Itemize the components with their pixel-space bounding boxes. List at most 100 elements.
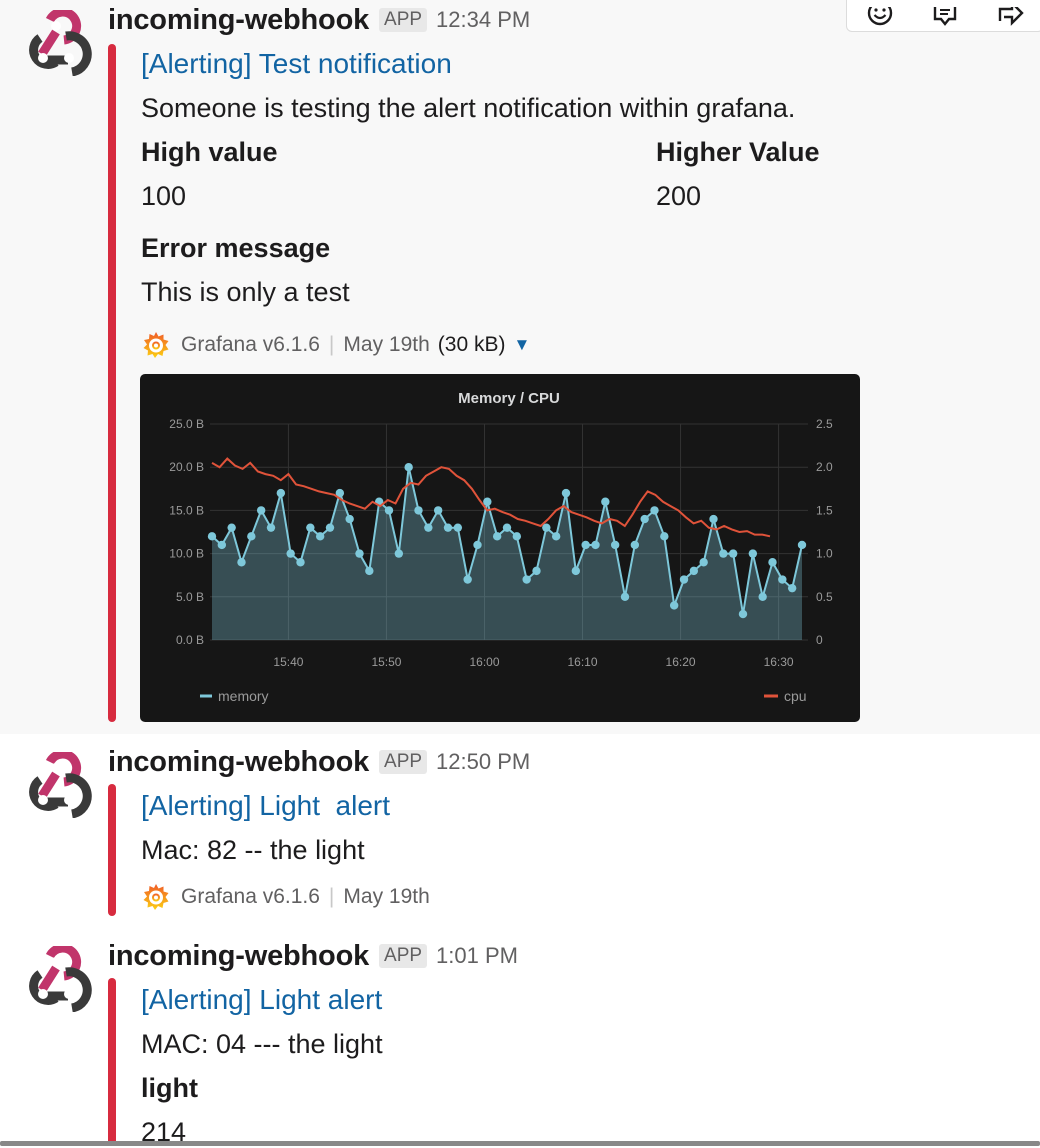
footer-date[interactable]: May 19th [343, 885, 429, 909]
memory-point [610, 540, 620, 550]
expand-caret-icon[interactable]: ▼ [513, 335, 530, 355]
x-tick-label: 16:00 [469, 655, 499, 669]
x-tick-label: 15:40 [273, 655, 303, 669]
webhook-avatar-icon[interactable] [20, 10, 92, 76]
memory-point [669, 601, 679, 610]
memory-point [315, 532, 325, 541]
memory-point [532, 566, 541, 576]
memory-point [640, 514, 649, 524]
memory-point [719, 549, 728, 558]
app-badge: APP [379, 8, 428, 32]
y-left-tick-label: 25.0 B [169, 417, 204, 431]
memory-point [463, 575, 472, 584]
message-timestamp[interactable]: 1:01 PM [436, 943, 518, 969]
memory-point [522, 575, 531, 584]
memory-point [266, 523, 276, 532]
memory-point [286, 549, 295, 558]
y-right-tick-label: 2.5 [816, 417, 833, 431]
memory-point [601, 497, 610, 506]
attachment-color-bar [108, 44, 116, 722]
footer-date[interactable]: May 19th [343, 333, 429, 357]
grafana-chart-image[interactable]: Memory / CPU 0.0 B 0 5.0 B 0.5 10.0 B 1.0 15.0 … [140, 374, 860, 722]
y-right-tick-label: 2.0 [816, 460, 833, 474]
memory-point [551, 532, 561, 541]
y-left-tick-label: 20.0 B [169, 460, 204, 474]
message-timestamp[interactable]: 12:34 PM [436, 7, 530, 33]
attachment-footer: Grafana v6.1.6 | May 19th [141, 882, 430, 912]
app-badge: APP [379, 750, 428, 774]
thread-reply-icon[interactable] [925, 7, 965, 31]
horizontal-scrollbar[interactable] [0, 1141, 1040, 1146]
message-actions-toolbar [846, 0, 1040, 32]
field-label: light [141, 1073, 198, 1103]
attachment-color-bar [108, 978, 116, 1146]
image-size: (30 kB) [437, 333, 506, 356]
x-tick-label: 15:50 [371, 655, 401, 669]
y-right-tick-label: 0.5 [816, 590, 833, 604]
message-1[interactable]: incoming-webhook APP 12:34 PM [Alerting]… [0, 0, 1040, 734]
memory-point [512, 532, 522, 541]
memory-point [276, 488, 286, 498]
memory-point [237, 558, 246, 567]
message-3[interactable]: incoming-webhook APP 1:01 PM [Alerting] … [0, 936, 1040, 1147]
memory-point [709, 514, 718, 524]
attachment-text: MAC: 04 --- the light [141, 1029, 383, 1059]
x-tick-label: 16:30 [764, 655, 794, 669]
memory-point [797, 540, 807, 550]
memory-point [404, 463, 413, 472]
y-right-tick-label: 1.0 [816, 547, 833, 561]
legend-label-cpu: cpu [784, 688, 807, 704]
y-left-tick-label: 5.0 B [176, 590, 204, 604]
webhook-avatar-icon[interactable] [20, 946, 92, 1012]
memory-point [217, 540, 227, 550]
y-left-tick-label: 10.0 B [169, 547, 204, 561]
memory-point [414, 506, 423, 515]
memory-point [630, 540, 640, 550]
attachment-title-link[interactable]: [Alerting] Test notification [141, 48, 452, 80]
sender-name[interactable]: incoming-webhook [108, 746, 369, 779]
footer-separator: | [328, 333, 335, 356]
sender-name[interactable]: incoming-webhook [108, 940, 369, 973]
attachment-text: Mac: 82 -- the light [141, 835, 365, 865]
field-label: High value [141, 137, 278, 167]
message-timestamp[interactable]: 12:50 PM [436, 749, 530, 775]
field-value: 100 [141, 181, 187, 211]
memory-point [394, 549, 404, 558]
memory-point [748, 549, 758, 558]
share-message-icon[interactable] [990, 7, 1030, 31]
sender-name[interactable]: incoming-webhook [108, 4, 369, 37]
memory-point [502, 523, 512, 532]
chart-title: Memory / CPU [458, 390, 560, 407]
memory-cpu-chart: Memory / CPU 0.0 B 0 5.0 B 0.5 10.0 B 1.0 15.0 … [169, 390, 833, 704]
y-right-tick-label: 0 [816, 633, 823, 647]
app-badge: APP [379, 944, 428, 968]
message-2[interactable]: incoming-webhook APP 12:50 PM [Alerting]… [0, 742, 1040, 922]
memory-point [492, 532, 502, 541]
memory-point [689, 566, 699, 576]
memory-point [758, 592, 767, 601]
memory-point [699, 558, 708, 567]
memory-point [306, 523, 315, 532]
attachment-color-bar [108, 784, 116, 916]
memory-point [424, 523, 433, 532]
attachment-title-link[interactable]: [Alerting] Light alert [141, 790, 390, 822]
legend-label-memory: memory [218, 688, 269, 704]
x-tick-label: 16:20 [666, 655, 696, 669]
memory-point [778, 575, 787, 584]
attachment-title-link[interactable]: [Alerting] Light alert [141, 984, 382, 1016]
footer-source: Grafana v6.1.6 [181, 885, 320, 908]
emoji-reaction-icon[interactable] [860, 7, 900, 31]
memory-point [247, 532, 256, 541]
field-value: 200 [656, 181, 702, 211]
memory-point [620, 592, 630, 601]
field-label: Error message [141, 233, 331, 263]
grafana-logo-icon [143, 332, 169, 358]
y-right-tick-label: 1.5 [816, 503, 833, 517]
attachment-footer: Grafana v6.1.6 | May 19th (30 kB) ▼ [141, 330, 530, 360]
memory-point [679, 575, 689, 584]
memory-point [591, 540, 600, 550]
memory-point [296, 558, 305, 567]
memory-point [207, 532, 217, 541]
webhook-avatar-icon[interactable] [20, 752, 92, 818]
footer-source: Grafana v6.1.6 [181, 333, 320, 356]
